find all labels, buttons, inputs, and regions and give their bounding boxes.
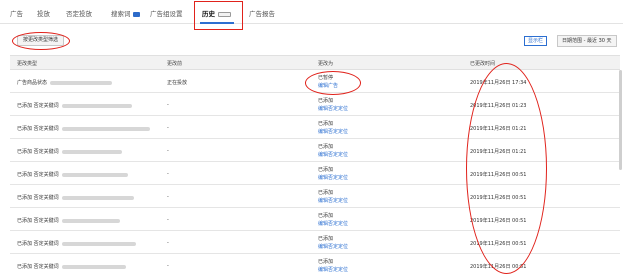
edit-link[interactable]: 编辑否定定位 [318,266,348,273]
redacted-keyword [61,264,126,269]
vertical-scrollbar[interactable] [619,70,622,170]
tab-targeting[interactable]: 投放 [37,8,50,18]
changed-to-cell: 已添加 [318,98,334,104]
edit-link[interactable]: 编辑否定定位 [318,151,348,158]
change-type-cell: 已添加 否定关键词 [17,171,128,178]
redacted-keyword [61,241,136,246]
tab-negative-targeting[interactable]: 否定投放 [66,8,92,18]
change-type-cell: 已添加 否定关键词 [17,125,150,132]
redacted-keyword [61,126,150,131]
change-type-text: 已添加 否定关键词 [17,126,59,132]
annotation-ellipse-filter [12,32,70,50]
changed-from-cell: - [167,263,169,269]
new-badge-icon [132,11,140,17]
change-type-cell: 已添加 否定关键词 [17,194,134,201]
change-type-text: 已添加 否定关键词 [17,103,59,109]
annotation-box-history-tab [194,1,243,30]
change-type-text: 已添加 否定关键词 [17,149,59,155]
change-type-text: 广告商品状态 [17,80,48,86]
changed-from-cell: - [167,194,169,200]
change-type-cell: 已添加 否定关键词 [17,263,126,270]
redacted-keyword [50,80,113,85]
change-type-text: 已添加 否定关键词 [17,172,59,178]
edit-link[interactable]: 编辑否定定位 [318,174,348,181]
annotation-ellipse-dates [466,63,547,274]
changed-to-cell: 已添加 [318,213,334,219]
redacted-keyword [61,149,122,154]
changed-to-cell: 已添加 [318,121,334,127]
changed-from-cell: - [167,171,169,177]
changed-to-cell: 已添加 [318,144,334,150]
change-type-cell: 已添加 否定关键词 [17,240,136,247]
redacted-keyword [61,103,132,108]
redacted-keyword [61,195,134,200]
date-range-button[interactable]: 日期范围 - 最近 30 天 [557,35,617,47]
redacted-keyword [61,172,128,177]
change-type-cell: 广告商品状态 [17,79,113,86]
changed-to-cell: 已添加 [318,167,334,173]
header-change-type[interactable]: 更改类型 [17,60,37,67]
tab-bar: 广告 投放 否定投放 搜索词 广告组设置 历史 广告报告 [0,0,623,24]
change-type-text: 已添加 否定关键词 [17,264,59,270]
tab-search-terms-label: 搜索词 [111,10,131,18]
columns-button[interactable]: 显示栏 [524,36,548,46]
tab-ad-reports[interactable]: 广告报告 [249,8,275,18]
change-type-text: 已添加 否定关键词 [17,195,59,201]
changed-from-cell: - [167,240,169,246]
header-changed-to[interactable]: 更改为 [318,60,333,67]
edit-link[interactable]: 编辑否定定位 [318,105,348,112]
change-type-cell: 已添加 否定关键词 [17,102,132,109]
edit-link[interactable]: 编辑否定定位 [318,220,348,227]
changed-from-cell: 正在投放 [167,80,188,86]
changed-to-cell: 已添加 [318,236,334,242]
tab-ad-group-settings[interactable]: 广告组设置 [150,8,183,18]
change-type-cell: 已添加 否定关键词 [17,148,122,155]
changed-from-cell: - [167,217,169,223]
changed-from-cell: - [167,125,169,131]
edit-link[interactable]: 编辑否定定位 [318,243,348,250]
change-type-text: 已添加 否定关键词 [17,241,59,247]
header-changed-from[interactable]: 更改前 [167,60,182,67]
change-type-text: 已添加 否定关键词 [17,218,59,224]
edit-link[interactable]: 编辑否定定位 [318,128,348,135]
annotation-ellipse-status [305,71,361,95]
tab-ads[interactable]: 广告 [10,8,23,18]
redacted-keyword [61,218,120,223]
changed-from-cell: - [167,102,169,108]
edit-link[interactable]: 编辑否定定位 [318,197,348,204]
header-changed-time[interactable]: 已更改时间 [470,60,495,67]
changed-to-cell: 已添加 [318,259,334,265]
change-type-cell: 已添加 否定关键词 [17,217,120,224]
tab-search-terms[interactable]: 搜索词 [111,8,140,18]
table-header: 更改类型 更改前 更改为 已更改时间 [10,55,620,70]
changed-to-cell: 已添加 [318,190,334,196]
changed-from-cell: - [167,148,169,154]
